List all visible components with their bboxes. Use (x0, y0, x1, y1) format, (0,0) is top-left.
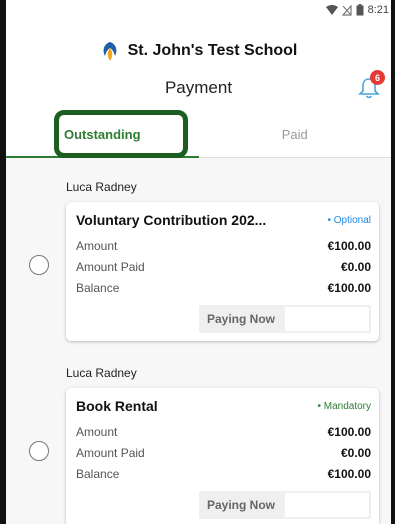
select-payment-radio[interactable] (29, 255, 49, 275)
paying-now-box: Paying Now (198, 491, 371, 519)
school-name: St. John's Test School (127, 42, 298, 59)
amount-value: €100.00 (327, 239, 371, 253)
balance-label: Balance (76, 467, 120, 481)
school-logo-icon (103, 42, 117, 61)
wifi-icon (325, 5, 338, 15)
paying-now-box: Paying Now (198, 305, 371, 333)
paying-now-row: Paying Now (76, 305, 371, 333)
payment-title: Book Rental (76, 398, 158, 414)
amount-paid-row: Amount Paid €0.00 (76, 257, 371, 278)
balance-row: Balance €100.00 (76, 278, 371, 299)
amount-label: Amount (76, 425, 118, 439)
status-time: 8:21 (367, 4, 389, 16)
balance-value: €100.00 (327, 281, 371, 295)
amount-paid-label: Amount Paid (76, 446, 145, 460)
paying-now-label: Paying Now (206, 312, 275, 326)
notifications-button[interactable]: 6 (357, 70, 385, 100)
paying-now-input[interactable] (285, 493, 369, 517)
amount-value: €100.00 (327, 425, 371, 439)
tab-paid[interactable]: Paid (199, 112, 392, 157)
amount-row: Amount €100.00 (76, 236, 371, 257)
paying-now-label: Paying Now (206, 498, 275, 512)
student-name: Luca Radney (66, 366, 137, 380)
paying-now-input[interactable] (285, 307, 369, 331)
page-title: Payment (164, 78, 233, 97)
amount-label: Amount (76, 239, 118, 253)
school-brand: St. John's Test School (6, 40, 391, 62)
balance-row: Balance €100.00 (76, 464, 371, 485)
app-screen: 8:21 St. John's Test School Payment 6 Ou… (0, 0, 395, 524)
select-payment-radio[interactable] (29, 441, 49, 461)
amount-paid-label: Amount Paid (76, 260, 145, 274)
amount-paid-value: €0.00 (340, 260, 371, 274)
balance-value: €100.00 (327, 467, 371, 481)
tab-outstanding[interactable]: Outstanding (6, 112, 199, 158)
status-bar: 8:21 (325, 4, 389, 16)
notification-badge: 6 (370, 70, 385, 85)
amount-paid-value: €0.00 (340, 446, 371, 460)
balance-label: Balance (76, 281, 120, 295)
payment-tabs: Outstanding Paid (6, 112, 391, 158)
battery-icon (356, 4, 364, 16)
payment-tag: • Optional (327, 214, 371, 226)
paying-now-row: Paying Now (76, 491, 371, 519)
payment-tag: • Mandatory (317, 400, 371, 412)
payment-card: Voluntary Contribution 202... • Optional… (66, 202, 379, 341)
no-sim-icon (341, 4, 352, 16)
payment-card: Book Rental • Mandatory Amount €100.00 A… (66, 388, 379, 524)
app-header: 8:21 St. John's Test School Payment 6 Ou… (6, 0, 391, 158)
amount-paid-row: Amount Paid €0.00 (76, 443, 371, 464)
student-name: Luca Radney (66, 180, 137, 194)
payment-title: Voluntary Contribution 202... (76, 212, 267, 228)
amount-row: Amount €100.00 (76, 422, 371, 443)
